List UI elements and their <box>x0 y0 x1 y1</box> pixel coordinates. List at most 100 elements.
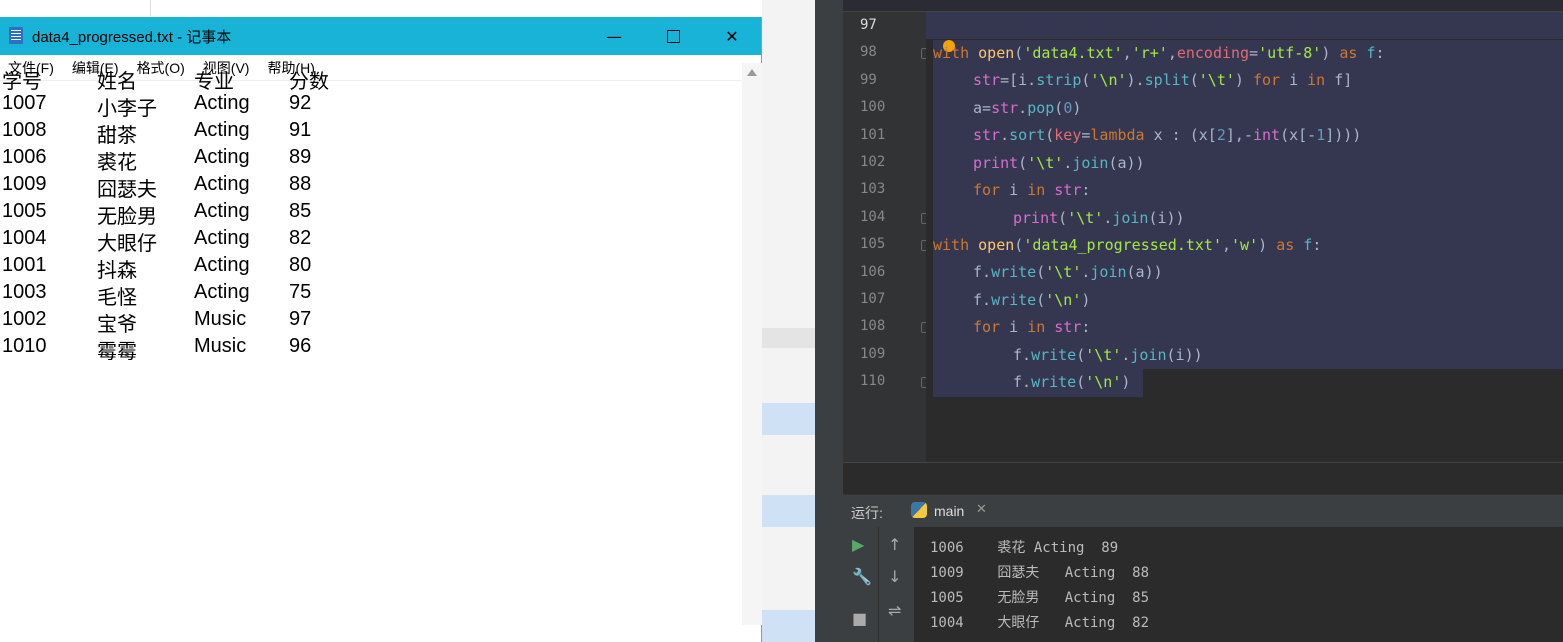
table-row: 1005 无脸男 Acting 85 <box>0 198 742 228</box>
cell: 75 <box>289 281 312 303</box>
cell: 91 <box>289 119 312 141</box>
line-number-gutter: 97 98 99 100 101 102 103 104 105 106 107 108 109 110 <box>843 12 931 462</box>
run-console[interactable]: 1006 裘花 Acting 89 1009 囧瑟夫 Acting 88 1005 … <box>914 527 1563 642</box>
line-number: 108 <box>860 318 886 335</box>
cell: 96 <box>289 335 312 357</box>
minimize-button[interactable]: — <box>584 17 644 55</box>
table-row: 1010 霉霉 Music 96 <box>0 333 742 363</box>
cell: 1002 <box>2 308 47 330</box>
table-row: 1002 宝爷 Music 97 <box>0 306 742 336</box>
line-number: 97 <box>860 17 877 33</box>
line-number: 105 <box>860 236 886 253</box>
rerun-icon[interactable]: ▶ <box>852 535 864 554</box>
cell: Acting <box>194 173 250 195</box>
table-row: 1004 大眼仔 Acting 82 <box>0 225 742 255</box>
cell: Acting <box>194 281 250 303</box>
background-panel <box>762 0 815 642</box>
scroll-up-icon[interactable] <box>747 69 757 76</box>
code-line-100: a=str.pop(0) <box>973 99 1082 117</box>
line-number: 100 <box>860 99 886 116</box>
cell: Acting <box>194 200 250 222</box>
code-line-102: print('\t'.join(a)) <box>973 154 1145 172</box>
wrench-icon[interactable]: 🔧 <box>852 567 872 586</box>
line-number: 109 <box>860 345 886 362</box>
line-number: 107 <box>860 291 886 307</box>
background-selected-row <box>762 495 815 527</box>
code-line-106: f.write('\t'.join(a)) <box>973 263 1163 281</box>
cell: 80 <box>289 254 312 276</box>
notepad-icon <box>9 27 23 44</box>
line-number: 103 <box>860 181 886 198</box>
header-row: 学号 姓名 专业 分数 <box>0 63 742 93</box>
code-line-99: str=[i.strip('\n').split('\t') for i in … <box>973 71 1353 89</box>
cell: Acting <box>194 146 250 168</box>
line-number: 99 <box>860 71 877 88</box>
cell: 1008 <box>2 119 47 141</box>
cell: 1001 <box>2 254 47 276</box>
cell: Acting <box>194 119 250 141</box>
vertical-scrollbar[interactable] <box>742 63 762 625</box>
run-label: 运行: <box>851 505 883 521</box>
close-button[interactable]: ✕ <box>702 17 762 55</box>
console-line: 1004 大眼仔 Acting 82 <box>930 615 1150 631</box>
title-bar[interactable]: data4_progressed.txt - 记事本 — ✕ <box>0 17 761 55</box>
background-selected-row <box>762 403 815 435</box>
soft-wrap-icon[interactable]: ⇌ <box>888 601 901 620</box>
cell: Music <box>194 308 247 330</box>
console-line: 1009 囧瑟夫 Acting 88 <box>930 565 1150 581</box>
line-number: 102 <box>860 154 886 170</box>
line-number: 104 <box>860 208 886 225</box>
table-row: 1001 抖森 Acting 80 <box>0 252 742 282</box>
console-line: 1006 裘花 Acting 89 <box>930 540 1119 556</box>
line-number: 110 <box>860 373 886 390</box>
run-tab-main[interactable]: main <box>934 503 964 519</box>
code-line-103: for i in str: <box>973 181 1091 199</box>
tool-window-bar <box>815 0 843 642</box>
python-icon <box>911 502 927 518</box>
code-line-108: for i in str: <box>973 318 1091 336</box>
cell: 97 <box>289 308 312 330</box>
run-tool-header: 运行: main ✕ <box>843 494 1563 527</box>
editor-bottom-area <box>843 462 1563 495</box>
current-line-highlight <box>926 12 1563 39</box>
line-number: 98 <box>860 44 877 61</box>
code-line-98: with open('data4.txt','r+',encoding='utf… <box>933 44 1385 62</box>
stop-icon[interactable]: ■ <box>852 609 867 628</box>
code-editor[interactable]: with open('data4.txt','r+',encoding='utf… <box>926 12 1563 462</box>
cell: 89 <box>289 146 312 168</box>
close-tab-icon[interactable]: ✕ <box>976 502 987 517</box>
code-line-105: with open('data4_progressed.txt','w') as… <box>933 236 1322 254</box>
editor-top-edge <box>843 0 1563 12</box>
background-selected-row <box>762 610 815 642</box>
window-title: data4_progressed.txt - 记事本 <box>32 29 232 46</box>
code-line-109: f.write('\t'.join(i)) <box>1013 346 1203 364</box>
up-arrow-icon[interactable]: ↑ <box>888 535 901 554</box>
run-toolbar: ▶ 🔧 ■ <box>843 527 878 642</box>
console-line: 1005 无脸男 Acting 85 <box>930 590 1150 606</box>
cell: 1010 <box>2 335 47 357</box>
code-line-107: f.write('\n') <box>973 291 1091 309</box>
code-line-101: str.sort(key=lambda x : (x[2],-int(x[-1]… <box>973 126 1362 144</box>
background-editor-strip <box>150 0 763 16</box>
table-row: 1007 小李子 Acting 92 <box>0 90 742 120</box>
code-line-110: f.write('\n') <box>1013 373 1131 391</box>
cell: 1007 <box>2 92 47 114</box>
run-toolbar-secondary: ↑ ↓ ⇌ <box>878 527 914 642</box>
table-row: 1006 裘花 Acting 89 <box>0 144 742 174</box>
code-line-104: print('\t'.join(i)) <box>1013 209 1185 227</box>
cell: 1005 <box>2 200 47 222</box>
cell: Acting <box>194 227 250 249</box>
text-area[interactable]: 学号 姓名 专业 分数 1007 小李子 Acting 92 1008 甜茶 Acting 91 100… <box>0 63 742 625</box>
cell: 85 <box>289 200 312 222</box>
table-row: 1003 毛怪 Acting 75 <box>0 279 742 309</box>
down-arrow-icon[interactable]: ↓ <box>888 567 901 586</box>
cell: 霉霉 <box>97 341 137 363</box>
cell: 1006 <box>2 146 47 168</box>
maximize-button[interactable] <box>643 17 703 55</box>
cell: Acting <box>194 254 250 276</box>
cell: 88 <box>289 173 312 195</box>
line-number: 101 <box>860 126 886 143</box>
cell: Acting <box>194 92 250 114</box>
cell: 1009 <box>2 173 47 195</box>
maximize-icon <box>666 29 680 43</box>
